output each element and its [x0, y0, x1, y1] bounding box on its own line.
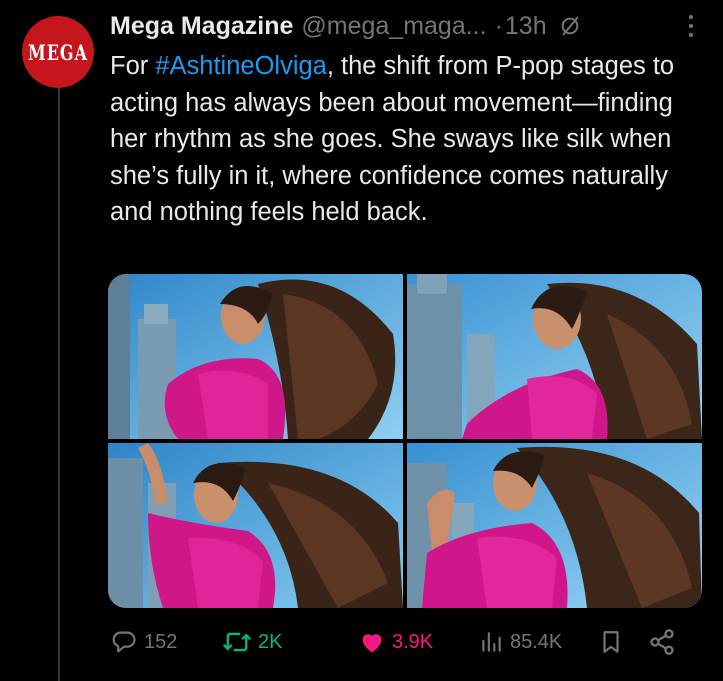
views-icon	[478, 628, 504, 656]
repost-button[interactable]: 2K	[222, 622, 282, 662]
reply-button[interactable]: 152	[110, 622, 177, 662]
like-count: 3.9K	[392, 630, 434, 653]
tweet-header: Mega Magazine @mega_maga... · 13h	[110, 6, 703, 46]
avatar[interactable]: MEGA	[22, 16, 94, 88]
thread-line	[58, 78, 60, 681]
repost-count: 2K	[258, 630, 283, 653]
repost-icon	[222, 628, 252, 656]
photo-1[interactable]	[108, 274, 403, 439]
share-button[interactable]	[648, 622, 676, 662]
like-button[interactable]: 3.9K	[358, 622, 433, 662]
separator-dot: ·	[494, 11, 503, 40]
more-icon[interactable]	[679, 12, 703, 40]
action-bar: 152 2K 3.9K 85.4K	[110, 622, 690, 662]
timestamp[interactable]: 13h	[505, 12, 547, 41]
display-name[interactable]: Mega Magazine	[110, 12, 293, 41]
reply-count: 152	[144, 630, 178, 653]
bookmark-button[interactable]	[598, 622, 624, 662]
heart-icon	[358, 628, 386, 656]
photo-2[interactable]	[407, 274, 702, 439]
views-button[interactable]: 85.4K	[478, 622, 562, 662]
tweet-text: For #AshtineOlviga, the shift from P-pop…	[110, 48, 690, 231]
reply-icon	[110, 628, 138, 656]
edited-clock-icon[interactable]	[559, 15, 581, 37]
photo-4[interactable]	[407, 443, 702, 608]
share-icon	[648, 628, 676, 656]
photo-3[interactable]	[108, 443, 403, 608]
bookmark-icon	[598, 628, 624, 656]
avatar-logo-text: MEGA	[28, 39, 88, 65]
user-handle[interactable]: @mega_maga...	[301, 12, 486, 41]
media-grid	[108, 274, 702, 608]
tweet-text-prefix: For	[110, 52, 156, 80]
hashtag-link[interactable]: #AshtineOlviga	[155, 52, 327, 80]
views-count: 85.4K	[510, 630, 563, 653]
